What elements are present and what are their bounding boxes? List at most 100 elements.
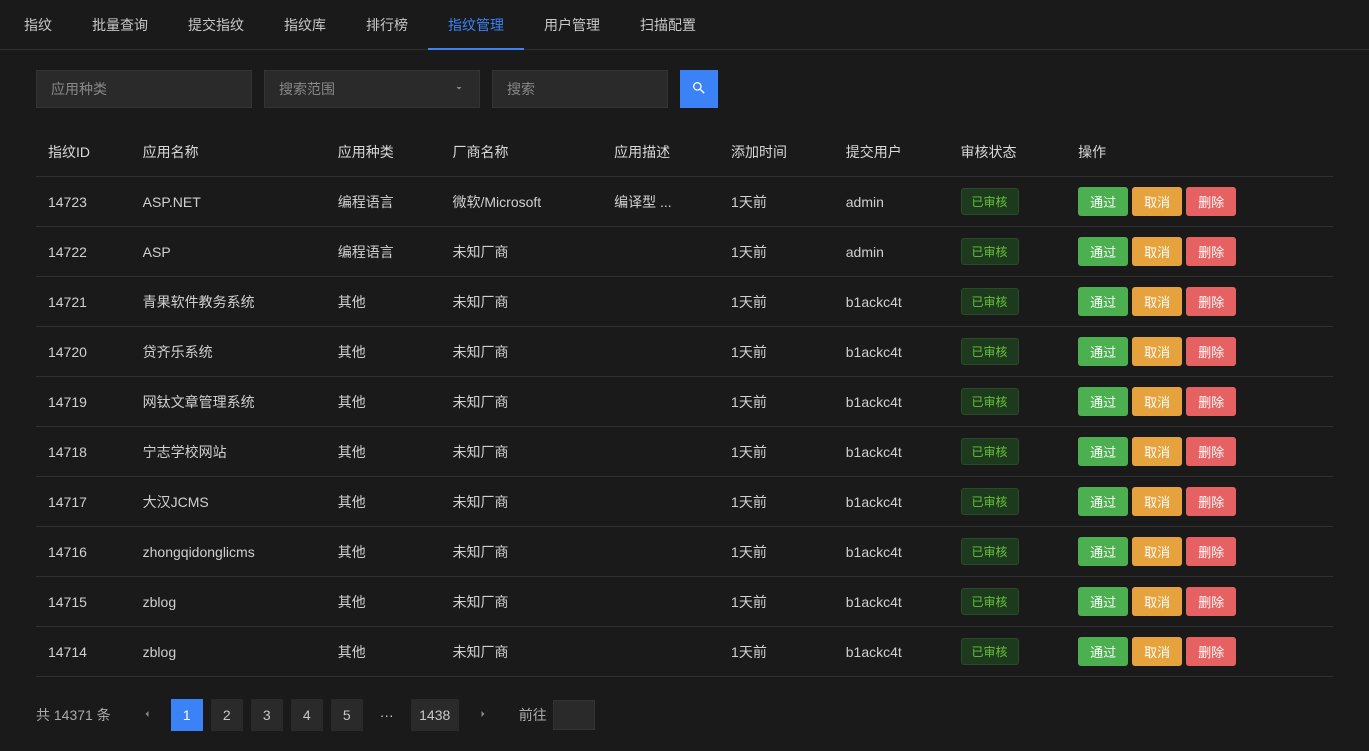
delete-button[interactable]: 删除 (1186, 537, 1236, 566)
cancel-button[interactable]: 取消 (1132, 587, 1182, 616)
search-input[interactable] (492, 70, 668, 108)
cell: 1天前 (719, 477, 834, 527)
cell: 未知厂商 (441, 327, 603, 377)
table-row: 14720贷齐乐系统其他未知厂商1天前b1ackc4t已审核通过取消删除 (36, 327, 1333, 377)
cell: 1天前 (719, 527, 834, 577)
jump-label: 前往 (519, 705, 547, 725)
scope-select[interactable]: 搜索范围 (264, 70, 480, 108)
cell: b1ackc4t (834, 277, 949, 327)
delete-button[interactable]: 删除 (1186, 187, 1236, 216)
cell: 14715 (36, 577, 131, 627)
page-2[interactable]: 2 (211, 699, 243, 731)
cell: 未知厂商 (441, 577, 603, 627)
cell: b1ackc4t (834, 627, 949, 677)
page-last[interactable]: 1438 (411, 699, 459, 731)
delete-button[interactable]: 删除 (1186, 587, 1236, 616)
content-area: 应用种类 搜索范围 指纹ID应用名称应用种类厂商名称应用描述添加时间提交用户审核… (0, 50, 1369, 751)
jump-input[interactable] (553, 700, 595, 730)
nav-item-0[interactable]: 指纹 (4, 0, 72, 49)
cell: b1ackc4t (834, 477, 949, 527)
cell: 未知厂商 (441, 227, 603, 277)
category-placeholder: 应用种类 (51, 79, 107, 99)
cell: 14716 (36, 527, 131, 577)
cancel-button[interactable]: 取消 (1132, 487, 1182, 516)
scope-placeholder: 搜索范围 (279, 79, 335, 99)
category-filter[interactable]: 应用种类 (36, 70, 252, 108)
nav-item-4[interactable]: 排行榜 (346, 0, 428, 49)
pass-button[interactable]: 通过 (1078, 187, 1128, 216)
nav-item-2[interactable]: 提交指纹 (168, 0, 264, 49)
col-header-5: 添加时间 (719, 128, 834, 177)
delete-button[interactable]: 删除 (1186, 487, 1236, 516)
prev-page[interactable] (131, 699, 163, 731)
nav-item-6[interactable]: 用户管理 (524, 0, 620, 49)
col-header-0: 指纹ID (36, 128, 131, 177)
delete-button[interactable]: 删除 (1186, 337, 1236, 366)
col-header-7: 审核状态 (949, 128, 1067, 177)
status-badge: 已审核 (961, 438, 1019, 465)
chevron-left-icon (141, 707, 153, 723)
next-page[interactable] (467, 699, 499, 731)
pass-button[interactable]: 通过 (1078, 337, 1128, 366)
status-badge: 已审核 (961, 188, 1019, 215)
delete-button[interactable]: 删除 (1186, 237, 1236, 266)
pass-button[interactable]: 通过 (1078, 637, 1128, 666)
cell: 14721 (36, 277, 131, 327)
pass-button[interactable]: 通过 (1078, 587, 1128, 616)
cell: 未知厂商 (441, 477, 603, 527)
page-4[interactable]: 4 (291, 699, 323, 731)
cell (602, 527, 719, 577)
cancel-button[interactable]: 取消 (1132, 287, 1182, 316)
cell: 未知厂商 (441, 527, 603, 577)
cell: 未知厂商 (441, 627, 603, 677)
cell: 14719 (36, 377, 131, 427)
table-row: 14716zhongqidonglicms其他未知厂商1天前b1ackc4t已审… (36, 527, 1333, 577)
status-badge: 已审核 (961, 338, 1019, 365)
cell: 贷齐乐系统 (131, 327, 326, 377)
cancel-button[interactable]: 取消 (1132, 187, 1182, 216)
page-1[interactable]: 1 (171, 699, 203, 731)
pass-button[interactable]: 通过 (1078, 237, 1128, 266)
cell: 微软/Microsoft (441, 177, 603, 227)
cancel-button[interactable]: 取消 (1132, 237, 1182, 266)
cancel-button[interactable]: 取消 (1132, 337, 1182, 366)
delete-button[interactable]: 删除 (1186, 387, 1236, 416)
cell: 宁志学校网站 (131, 427, 326, 477)
cell (602, 377, 719, 427)
pass-button[interactable]: 通过 (1078, 537, 1128, 566)
page-3[interactable]: 3 (251, 699, 283, 731)
col-header-6: 提交用户 (834, 128, 949, 177)
pass-button[interactable]: 通过 (1078, 287, 1128, 316)
cell: 1天前 (719, 327, 834, 377)
pass-button[interactable]: 通过 (1078, 487, 1128, 516)
cancel-button[interactable]: 取消 (1132, 387, 1182, 416)
nav-item-5[interactable]: 指纹管理 (428, 0, 524, 49)
total-count: 共 14371 条 (36, 705, 111, 725)
table-row: 14721青果软件教务系统其他未知厂商1天前b1ackc4t已审核通过取消删除 (36, 277, 1333, 327)
delete-button[interactable]: 删除 (1186, 637, 1236, 666)
cell (602, 577, 719, 627)
cancel-button[interactable]: 取消 (1132, 637, 1182, 666)
cell: 未知厂商 (441, 427, 603, 477)
status-badge: 已审核 (961, 288, 1019, 315)
cell: ASP (131, 227, 326, 277)
col-header-3: 厂商名称 (441, 128, 603, 177)
pass-button[interactable]: 通过 (1078, 387, 1128, 416)
cancel-button[interactable]: 取消 (1132, 537, 1182, 566)
nav-item-3[interactable]: 指纹库 (264, 0, 346, 49)
nav-item-1[interactable]: 批量查询 (72, 0, 168, 49)
col-header-2: 应用种类 (326, 128, 441, 177)
cell (602, 227, 719, 277)
page-5[interactable]: 5 (331, 699, 363, 731)
cell: 编程语言 (326, 177, 441, 227)
cell: 网钛文章管理系统 (131, 377, 326, 427)
pass-button[interactable]: 通过 (1078, 437, 1128, 466)
delete-button[interactable]: 删除 (1186, 437, 1236, 466)
cell: zblog (131, 627, 326, 677)
table-row: 14714zblog其他未知厂商1天前b1ackc4t已审核通过取消删除 (36, 627, 1333, 677)
nav-item-7[interactable]: 扫描配置 (620, 0, 716, 49)
cell: 1天前 (719, 627, 834, 677)
search-button[interactable] (680, 70, 718, 108)
cancel-button[interactable]: 取消 (1132, 437, 1182, 466)
delete-button[interactable]: 删除 (1186, 287, 1236, 316)
